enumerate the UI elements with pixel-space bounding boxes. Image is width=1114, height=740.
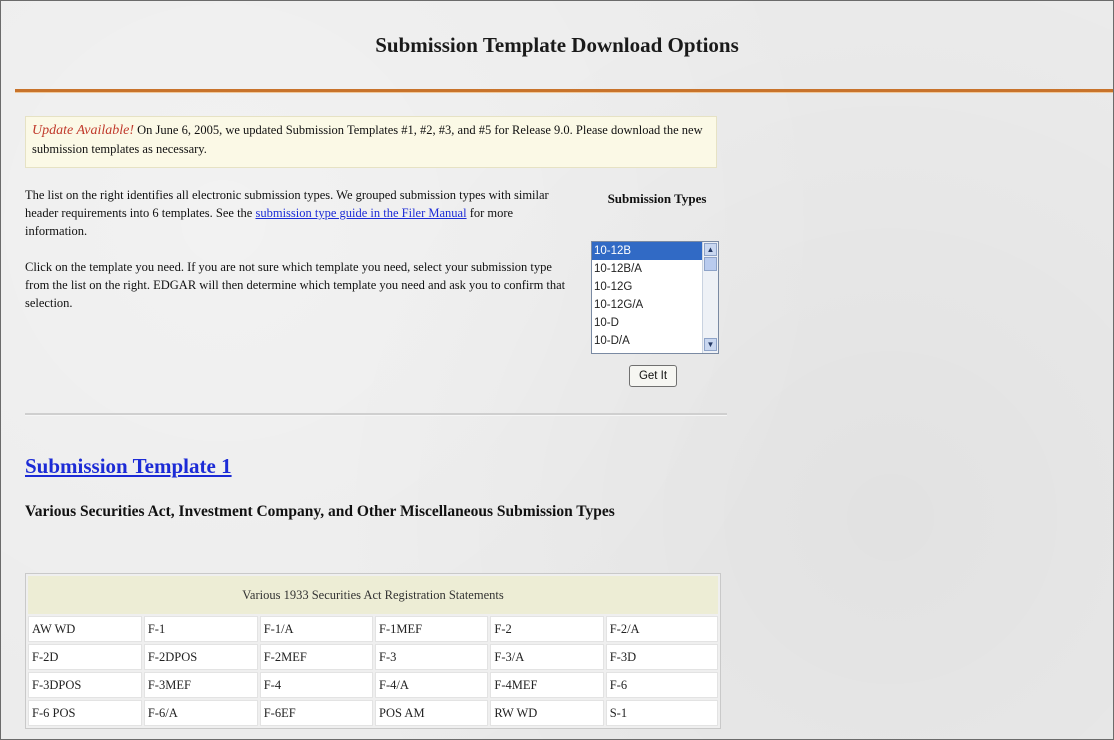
scroll-down-icon[interactable]: ▼	[704, 338, 717, 351]
table-cell: F-6	[605, 672, 718, 698]
get-it-button[interactable]: Get It	[629, 365, 677, 387]
table-row: AW WD F-1 F-1/A F-1MEF F-2 F-2/A	[28, 616, 718, 642]
submission-types-heading: Submission Types	[607, 191, 707, 206]
table-cell: POS AM	[375, 700, 489, 726]
table-cell: AW WD	[28, 616, 142, 642]
table-cell: F-2/A	[605, 616, 718, 642]
table-cell: F-2MEF	[259, 644, 374, 670]
table-cell: F-3/A	[490, 644, 604, 670]
table-cell: F-2DPOS	[143, 644, 258, 670]
template-1-subtitle: Various Securities Act, Investment Compa…	[25, 503, 615, 520]
intro-text: The list on the right identifies all ele…	[25, 186, 570, 330]
table-cell: F-4/A	[375, 672, 489, 698]
table-cell: F-4MEF	[490, 672, 604, 698]
submission-type-option[interactable]: 10-12G/A	[592, 296, 702, 314]
submission-types-listbox[interactable]: 10-12B 10-12B/A 10-12G 10-12G/A 10-D 10-…	[591, 241, 719, 354]
submission-type-option[interactable]: 10-12B/A	[592, 260, 702, 278]
section-divider	[25, 413, 727, 416]
registration-statements-table: Various 1933 Securities Act Registration…	[25, 573, 721, 729]
intro-paragraph-2: Click on the template you need. If you a…	[25, 260, 566, 310]
table-header: Various 1933 Securities Act Registration…	[28, 576, 718, 614]
table-row: F-3DPOS F-3MEF F-4 F-4/A F-4MEF F-6	[28, 672, 718, 698]
table-cell: F-6/A	[143, 700, 258, 726]
table-cell: F-2D	[28, 644, 142, 670]
submission-type-option[interactable]: 10-12G	[592, 278, 702, 296]
table-cell: RW WD	[490, 700, 604, 726]
update-available-label: Update Available!	[32, 123, 134, 138]
submission-type-option[interactable]: 10-12B	[592, 242, 702, 260]
page-title: Submission Template Download Options	[375, 33, 739, 57]
table-row: F-2D F-2DPOS F-2MEF F-3 F-3/A F-3D	[28, 644, 718, 670]
table-cell: F-2	[490, 616, 604, 642]
submission-template-1-link[interactable]: Submission Template 1	[25, 454, 232, 479]
scroll-up-icon[interactable]: ▲	[704, 243, 717, 256]
scroll-thumb[interactable]	[704, 257, 717, 271]
submission-type-option[interactable]: 10-D/A	[592, 332, 702, 350]
table-cell: F-3	[375, 644, 489, 670]
table-cell: F-1/A	[259, 616, 374, 642]
table-cell: F-6 POS	[28, 700, 142, 726]
intro-paragraph-1: The list on the right identifies all ele…	[25, 186, 570, 240]
listbox-scrollbar[interactable]: ▲ ▼	[702, 242, 718, 353]
table-cell: F-1MEF	[375, 616, 489, 642]
filer-manual-link[interactable]: submission type guide in the Filer Manua…	[255, 206, 466, 220]
table-cell: F-3D	[605, 644, 718, 670]
page-frame: Submission Template Download Options Upd…	[0, 0, 1114, 740]
update-notice: Update Available! On June 6, 2005, we up…	[25, 116, 717, 168]
table-row: F-6 POS F-6/A F-6EF POS AM RW WD S-1	[28, 700, 718, 726]
table-cell: S-1	[605, 700, 718, 726]
table-cell: F-4	[259, 672, 374, 698]
submission-type-option[interactable]: 10-D	[592, 314, 702, 332]
table-cell: F-1	[143, 616, 258, 642]
table-cell: F-3MEF	[143, 672, 258, 698]
title-divider	[15, 89, 1113, 92]
table-cell: F-6EF	[259, 700, 374, 726]
table-cell: F-3DPOS	[28, 672, 142, 698]
